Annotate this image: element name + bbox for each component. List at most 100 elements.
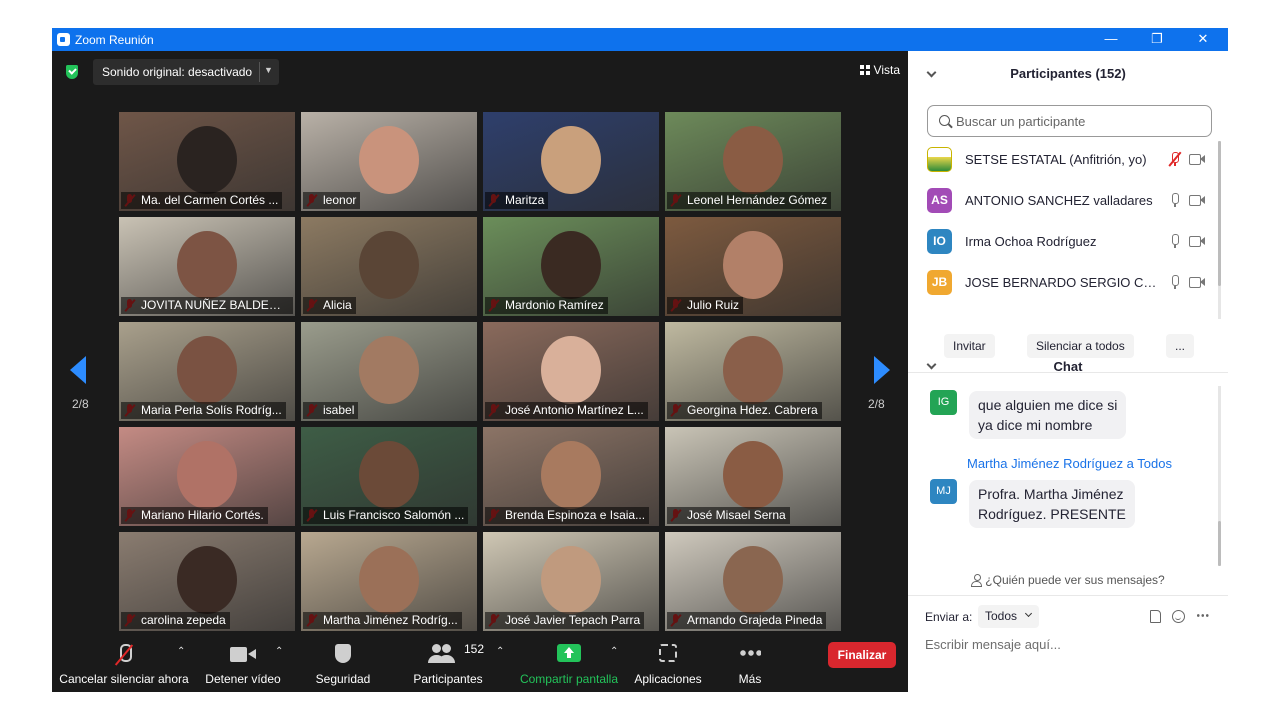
chat-message-input[interactable]: Escribir mensaje aquí... [925,637,1215,652]
chat-title: Chat [1053,359,1083,374]
security-label: Seguridad [315,672,371,686]
participant-name: José Misael Serna [667,507,790,524]
apps-label: Aplicaciones [634,672,702,686]
participant-tile[interactable]: José Misael Serna [665,427,841,526]
participant-video [359,231,419,299]
participant-video [541,546,601,614]
avatar: AS [927,188,952,213]
file-icon[interactable] [1150,610,1161,623]
video-gallery: Sonido original: desactivado ▼ Vista 2/8… [52,51,908,692]
chat-message-line: ya dice mi nombre [978,417,1093,433]
mute-all-button[interactable]: Silenciar a todos [1027,334,1134,358]
zoom-app-icon [57,33,70,46]
chat-sender[interactable]: Martha Jiménez Rodríguez a Todos [967,456,1172,471]
participant-video [177,231,237,299]
participant-row[interactable]: IO Irma Ochoa Rodríguez [927,229,1217,257]
stop-video-button[interactable]: Detener vídeo [202,632,284,692]
more-button[interactable]: Más [728,632,772,692]
participants-button[interactable]: 152 Participantes [406,632,490,692]
participant-tile[interactable]: Brenda Espinoza e Isaia... [483,427,659,526]
avatar: JB [927,270,952,295]
end-meeting-button[interactable]: Finalizar [828,642,896,668]
participant-tile[interactable]: Alicia [301,217,477,316]
participant-name: isabel [303,402,359,419]
participant-tile[interactable]: carolina zepeda [119,532,295,631]
participant-search-input[interactable]: Buscar un participante [927,105,1212,137]
participant-tile[interactable]: José Antonio Martínez L... [483,322,659,421]
participant-row[interactable]: JB JOSE BERNARDO SERGIO CARR... [927,270,1217,298]
view-button[interactable]: Vista [859,63,900,77]
participant-tile[interactable]: Maritza [483,112,659,211]
minimize-button[interactable]: — [1088,28,1134,51]
apps-button[interactable]: Aplicaciones [632,632,704,692]
participants-count: 152 [464,642,485,656]
security-button[interactable]: Seguridad [306,632,380,692]
participant-tile[interactable]: JOVITA NUÑEZ BALDERAS [119,217,295,316]
participant-tile[interactable]: isabel [301,322,477,421]
participant-name: Alicia [303,297,356,314]
participant-tile[interactable]: José Javier Tepach Parra [483,532,659,631]
mic-icon[interactable] [1170,234,1180,248]
participants-caret-icon[interactable]: ⌃ [496,646,504,657]
participant-tile[interactable]: Mardonio Ramírez [483,217,659,316]
share-screen-label: Compartir pantalla [519,672,619,686]
participants-more-button[interactable]: ... [1166,334,1195,358]
close-button[interactable]: ✕ [1180,28,1226,51]
original-sound-button[interactable]: Sonido original: desactivado ▼ [93,59,279,85]
participant-row[interactable]: SETSE ESTATAL (Anfitrión, yo) [927,147,1217,175]
participant-scrollbar-thumb[interactable] [1218,141,1221,286]
security-shield-icon [335,644,351,663]
participant-tile[interactable]: Julio Ruiz [665,217,841,316]
chat-composer-divider [908,595,1228,596]
video-camera-icon[interactable] [1189,277,1205,288]
participant-tile[interactable]: Georgina Hdez. Cabrera [665,322,841,421]
participant-video [723,546,783,614]
participant-tile[interactable]: Leonel Hernández Gómez [665,112,841,211]
participant-row-name: JOSE BERNARDO SERGIO CARR... [965,275,1160,290]
participant-tile[interactable]: Ma. del Carmen Cortés ... [119,112,295,211]
mic-icon[interactable] [1170,193,1180,207]
audio-options-caret-icon[interactable]: ⌃ [177,646,185,657]
participant-tile[interactable]: Martha Jiménez Rodríg... [301,532,477,631]
participant-tile[interactable]: Armando Grajeda Pineda [665,532,841,631]
encryption-shield-icon[interactable] [66,65,78,79]
original-sound-label: Sonido original: desactivado [102,65,253,79]
video-camera-icon[interactable] [1189,154,1205,165]
chat-more-icon[interactable] [1196,614,1209,617]
unmute-button[interactable]: Cancelar silenciar ahora [58,632,190,692]
mic-icon[interactable] [1170,275,1180,289]
video-camera-icon[interactable] [1189,195,1205,206]
mic-muted-icon[interactable] [1168,151,1182,167]
participant-name: Mardonio Ramírez [485,297,608,314]
participant-name: carolina zepeda [121,612,230,629]
participant-tile[interactable]: Luis Francisco Salomón ... [301,427,477,526]
participant-name: JOVITA NUÑEZ BALDERAS [121,297,293,314]
participant-name: Ma. del Carmen Cortés ... [121,192,283,209]
video-camera-icon[interactable] [1189,236,1205,247]
next-page-arrow-icon[interactable] [874,356,890,384]
participant-video [541,231,601,299]
participant-row[interactable]: AS ANTONIO SANCHEZ valladares [927,188,1217,216]
title-bar: Zoom Reunión — ❐ ✕ [52,28,1228,51]
send-to-value: Todos [985,609,1018,623]
chat-scrollbar-thumb[interactable] [1218,521,1221,566]
chat-message-line: Rodríguez. PRESENTE [978,506,1126,522]
previous-page-arrow-icon[interactable] [70,356,86,384]
who-can-see-link[interactable]: ¿Quién puede ver sus mensajes? [908,573,1228,587]
restore-button[interactable]: ❐ [1134,28,1180,51]
caret-down-icon[interactable]: ▼ [264,65,273,75]
participant-tile[interactable]: Maria Perla Solís Rodríg... [119,322,295,421]
invite-button[interactable]: Invitar [944,334,995,358]
participant-tile[interactable]: Mariano Hilario Cortés. [119,427,295,526]
video-options-caret-icon[interactable]: ⌃ [275,646,283,657]
share-screen-button[interactable]: Compartir pantalla [518,632,620,692]
participant-tile[interactable]: leonor [301,112,477,211]
avatar [927,147,952,172]
chat-avatar: MJ [930,479,957,504]
emoji-icon[interactable] [1172,610,1185,623]
participants-title: Participantes (152) [1010,66,1126,81]
send-to-select[interactable]: Todos [978,605,1040,628]
participant-name: Luis Francisco Salomón ... [303,507,469,524]
share-options-caret-icon[interactable]: ⌃ [610,646,618,657]
participant-video [723,126,783,194]
